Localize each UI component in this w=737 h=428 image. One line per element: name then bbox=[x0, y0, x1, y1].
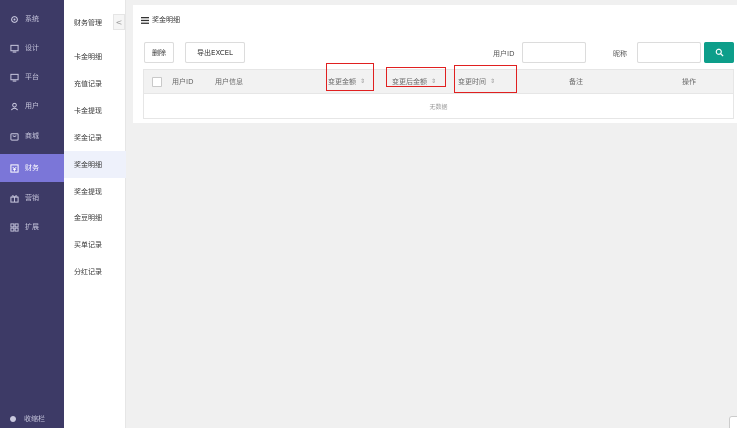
finance-icon bbox=[10, 163, 19, 173]
nav-item-label: 商城 bbox=[25, 132, 39, 140]
gear-icon bbox=[10, 15, 19, 24]
nav-item-label: 营销 bbox=[25, 194, 39, 202]
sidebar-toggle[interactable]: 收缩栏 bbox=[10, 414, 45, 424]
sub-item-card-withdraw[interactable]: 卡金提现 bbox=[64, 97, 126, 124]
nav-item-label: 用户 bbox=[25, 102, 39, 110]
nav-item-user[interactable]: 用户 bbox=[0, 92, 64, 120]
nav-item-label: 财务 bbox=[25, 164, 39, 172]
sidebar-toggle-label: 收缩栏 bbox=[24, 415, 45, 423]
monitor-icon bbox=[10, 44, 19, 53]
collapse-button[interactable]: < bbox=[113, 14, 125, 30]
col-actions: 操作 bbox=[682, 77, 696, 86]
nav-item-platform[interactable]: 平台 bbox=[0, 63, 64, 91]
sub-item-bonus-detail[interactable]: 奖金明细 bbox=[64, 151, 126, 178]
highlight-box bbox=[386, 67, 446, 87]
select-all-checkbox[interactable] bbox=[152, 77, 162, 87]
nav-item-design[interactable]: 设计 bbox=[0, 34, 64, 62]
userid-input[interactable] bbox=[522, 42, 586, 63]
main-card: 奖金明细 删除 导出EXCEL 用户ID 昵称 用户ID 用户信息 变更金额 ⇕ … bbox=[133, 5, 737, 123]
nav-item-shop[interactable]: 商城 bbox=[0, 122, 64, 150]
nickname-label: 昵称 bbox=[613, 50, 627, 58]
grid-icon bbox=[10, 222, 19, 232]
scroll-corner bbox=[729, 416, 737, 428]
sub-item-recharge[interactable]: 充值记录 bbox=[64, 70, 126, 97]
col-user-id: 用户ID bbox=[172, 77, 194, 86]
nav-item-marketing[interactable]: 营销 bbox=[0, 184, 64, 212]
sub-sidebar: 财务管理 < 卡金明细 充值记录 卡金提现 奖金记录 奖金明细 奖金提现 金豆明… bbox=[64, 0, 126, 428]
sub-item-bonus-withdraw[interactable]: 奖金提现 bbox=[64, 178, 126, 205]
page-title: 奖金明细 bbox=[141, 15, 180, 25]
delete-button[interactable]: 删除 bbox=[144, 42, 174, 63]
nav-item-label: 扩展 bbox=[25, 223, 39, 231]
nav-item-label: 平台 bbox=[25, 73, 39, 81]
toggle-icon bbox=[10, 416, 16, 422]
sub-item-dividend[interactable]: 分红记录 bbox=[64, 258, 126, 285]
sub-item-bonus-record[interactable]: 奖金记录 bbox=[64, 124, 126, 151]
highlight-box bbox=[326, 63, 374, 91]
user-icon bbox=[10, 102, 19, 111]
monitor-icon bbox=[10, 73, 19, 82]
main-sidebar: 系统 设计 平台 用户 商城 财务 营销 扩展 收缩栏 bbox=[0, 0, 64, 428]
sub-item-card-detail[interactable]: 卡金明细 bbox=[64, 43, 126, 70]
nickname-input[interactable] bbox=[637, 42, 701, 63]
nav-item-system[interactable]: 系统 bbox=[0, 5, 64, 33]
nav-item-finance[interactable]: 财务 bbox=[0, 154, 64, 182]
gift-icon bbox=[10, 194, 19, 203]
export-excel-button[interactable]: 导出EXCEL bbox=[185, 42, 245, 63]
shop-icon bbox=[10, 132, 19, 141]
highlight-box bbox=[454, 65, 517, 93]
sub-item-gold-detail[interactable]: 金豆明细 bbox=[64, 204, 126, 231]
col-user-info: 用户信息 bbox=[215, 77, 243, 86]
page-title-text: 奖金明细 bbox=[152, 16, 180, 24]
nav-item-label: 系统 bbox=[25, 15, 39, 23]
search-button[interactable] bbox=[704, 42, 734, 63]
table-empty-row: 无数据 bbox=[143, 94, 734, 119]
sub-item-bill-record[interactable]: 买单记录 bbox=[64, 231, 126, 258]
nav-item-extension[interactable]: 扩展 bbox=[0, 213, 64, 241]
nav-item-label: 设计 bbox=[25, 44, 39, 52]
col-remark: 备注 bbox=[569, 77, 583, 86]
search-icon bbox=[715, 48, 724, 57]
list-icon bbox=[141, 16, 149, 24]
userid-label: 用户ID bbox=[493, 50, 515, 58]
